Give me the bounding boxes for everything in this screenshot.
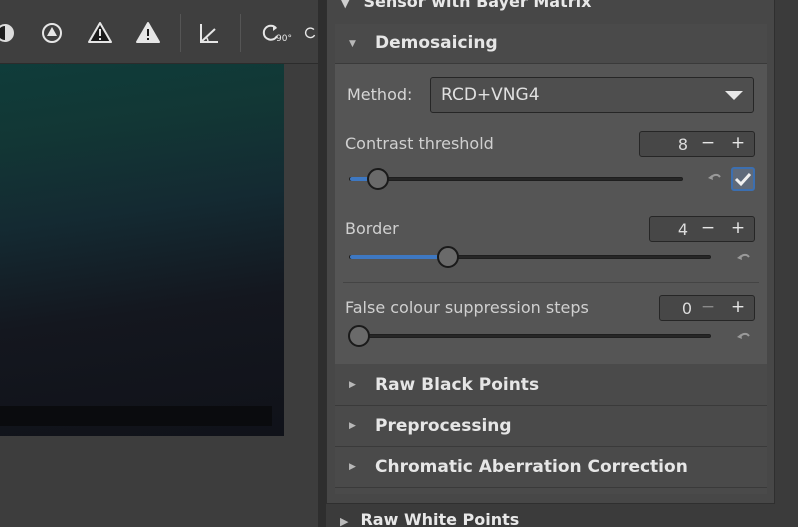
chromatic-aberration-header[interactable]: ▶ Chromatic Aberration Correction [335,448,767,488]
preprocessing-title: Preprocessing [375,416,512,436]
sensor-bayer-content: ▼ Demosaicing Method: RCD+VNG4 Contrast … [335,24,767,494]
chromatic-aberration-title: Chromatic Aberration Correction [375,457,688,477]
collapsed-arrow-icon: ▶ [349,380,356,390]
half-circle-icon[interactable] [0,18,20,48]
false-colour-slider-knob[interactable] [348,325,370,347]
tool-panel: ▼ Sensor with Bayer Matrix ▼ Demosaicing … [326,0,798,527]
demosaicing-title: Demosaicing [375,33,498,53]
contrast-threshold-value[interactable]: 8 [678,135,688,154]
border-spinbox[interactable]: 4 − + [649,216,755,242]
border-increment-button[interactable]: + [726,218,750,238]
false-colour-increment-button[interactable]: + [726,297,750,317]
border-label: Border [345,219,399,238]
sensor-bayer-header[interactable]: ▼ Sensor with Bayer Matrix [341,0,591,11]
collapsed-arrow-icon: ▶ [349,421,356,431]
contrast-threshold-label: Contrast threshold [345,134,494,153]
collapsed-arrow-icon: ▶ [340,515,349,527]
demosaicing-header[interactable]: ▼ Demosaicing [335,24,767,64]
raw-black-points-title: Raw Black Points [375,375,540,395]
angle-icon[interactable] [194,18,224,48]
rotate-90-icon[interactable]: 90° [256,18,296,48]
contrast-threshold-slider[interactable] [349,177,683,181]
preprocessing-header[interactable]: ▶ Preprocessing [335,407,767,447]
rotate-icon-partial[interactable] [303,18,318,48]
false-colour-slider[interactable] [349,334,711,338]
contrast-threshold-spinbox[interactable]: 8 − + [639,131,755,157]
sensor-bayer-title: Sensor with Bayer Matrix [363,0,592,11]
contrast-decrement-button[interactable]: − [696,133,720,153]
false-colour-decrement-button[interactable]: − [696,297,720,317]
reset-icon[interactable] [707,171,723,185]
reset-icon[interactable] [736,251,752,265]
border-value[interactable]: 4 [678,220,688,239]
raw-white-points-header[interactable]: ▶ Raw White Points [340,510,519,527]
border-decrement-button[interactable]: − [696,218,720,238]
expanded-arrow-icon: ▼ [341,0,350,10]
false-colour-label: False colour suppression steps [345,298,589,317]
raw-white-points-title: Raw White Points [360,510,520,527]
false-colour-spinbox[interactable]: 0 − + [659,295,755,321]
demosaicing-body: Method: RCD+VNG4 Contrast threshold 8 − … [335,64,767,364]
separator [343,282,759,283]
panel-divider[interactable] [318,0,326,527]
checkmark-icon [734,172,752,187]
reset-icon[interactable] [736,330,752,344]
preview-dark-strip [0,406,272,426]
contrast-slider-knob[interactable] [366,168,389,190]
method-label: Method: [347,85,413,104]
border-slider-knob[interactable] [436,246,459,268]
image-preview[interactable] [0,64,284,436]
toolbar-separator [240,14,241,52]
warning-outline-icon[interactable] [85,18,115,48]
false-colour-value[interactable]: 0 [682,299,692,318]
editor-toolbar: 90° [0,0,318,64]
slider-fill [350,255,449,259]
contrast-increment-button[interactable]: + [726,133,750,153]
warning-filled-icon[interactable] [133,18,163,48]
warning-circle-icon[interactable] [37,18,67,48]
expanded-arrow-icon: ▼ [349,39,356,49]
method-combobox[interactable]: RCD+VNG4 [430,77,754,113]
collapsed-arrow-icon: ▶ [349,462,356,472]
sensor-bayer-group: ▼ Sensor with Bayer Matrix ▼ Demosaicing … [326,0,775,504]
method-value: RCD+VNG4 [441,85,540,105]
contrast-auto-checkbox[interactable] [731,167,755,191]
border-slider[interactable] [349,255,711,259]
rotate-90-label: 90° [276,34,292,44]
raw-black-points-header[interactable]: ▶ Raw Black Points [335,366,767,406]
toolbar-separator [180,14,181,52]
image-area: 90° [0,0,318,527]
chevron-down-icon [725,91,743,100]
